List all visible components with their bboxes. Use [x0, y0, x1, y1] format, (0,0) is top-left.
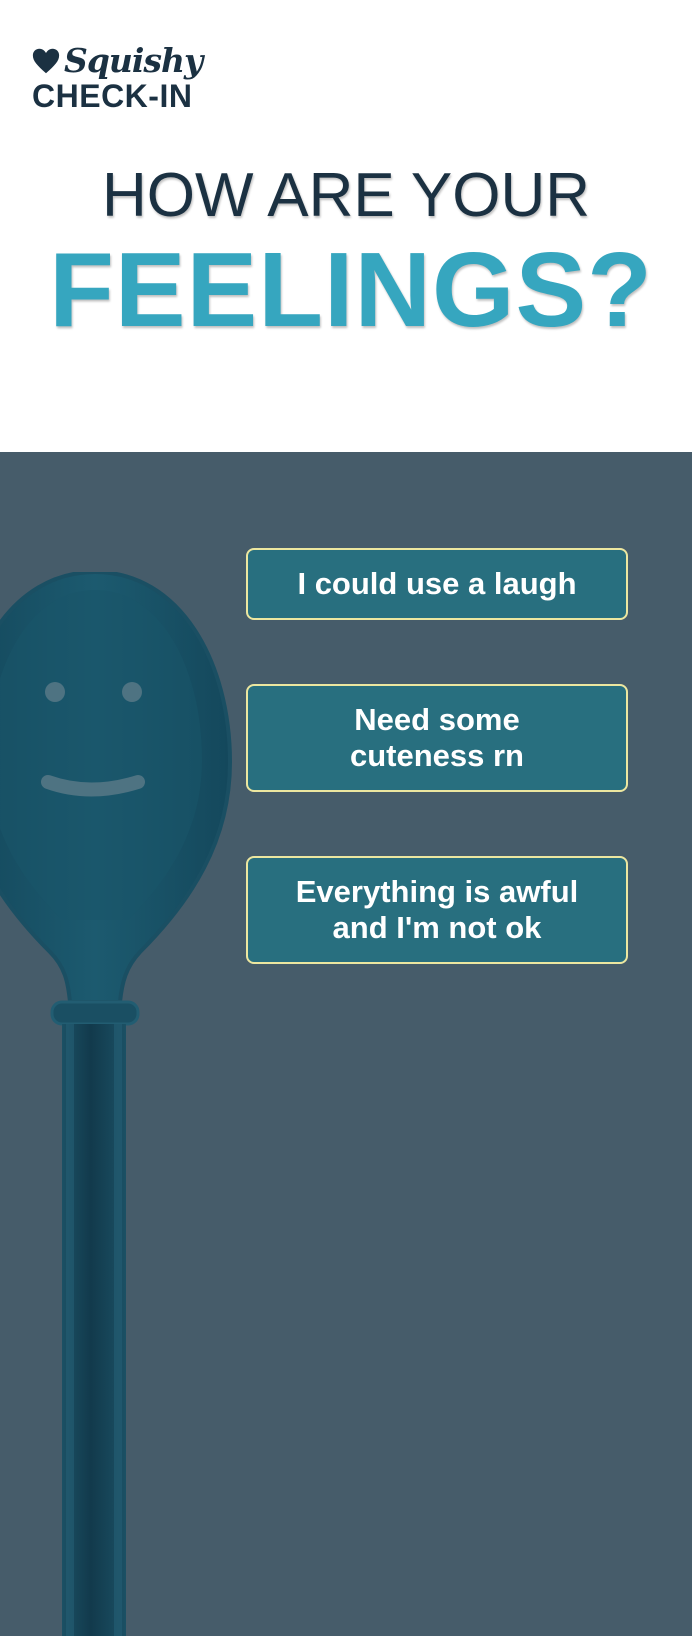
- brand-logo[interactable]: Squishy CHECK-IN: [32, 41, 203, 114]
- brand-script-name: Squishy: [64, 41, 203, 80]
- option-cuteness-button[interactable]: Need some cuteness rn: [246, 684, 628, 792]
- logo-top-row: Squishy: [32, 41, 203, 80]
- header-section: Squishy CHECK-IN HOW ARE YOUR FEELINGS?: [0, 0, 692, 452]
- headline-emphasis: FEELINGS?: [49, 231, 653, 349]
- heart-icon: [32, 47, 60, 75]
- option-awful-button[interactable]: Everything is awful and I'm not ok: [246, 856, 628, 964]
- options-panel: I could use a laugh Need some cuteness r…: [0, 452, 692, 1636]
- brand-sub-name: CHECK-IN: [32, 78, 193, 114]
- option-laugh-button[interactable]: I could use a laugh: [246, 548, 628, 620]
- headline-question: HOW ARE YOUR: [101, 161, 591, 230]
